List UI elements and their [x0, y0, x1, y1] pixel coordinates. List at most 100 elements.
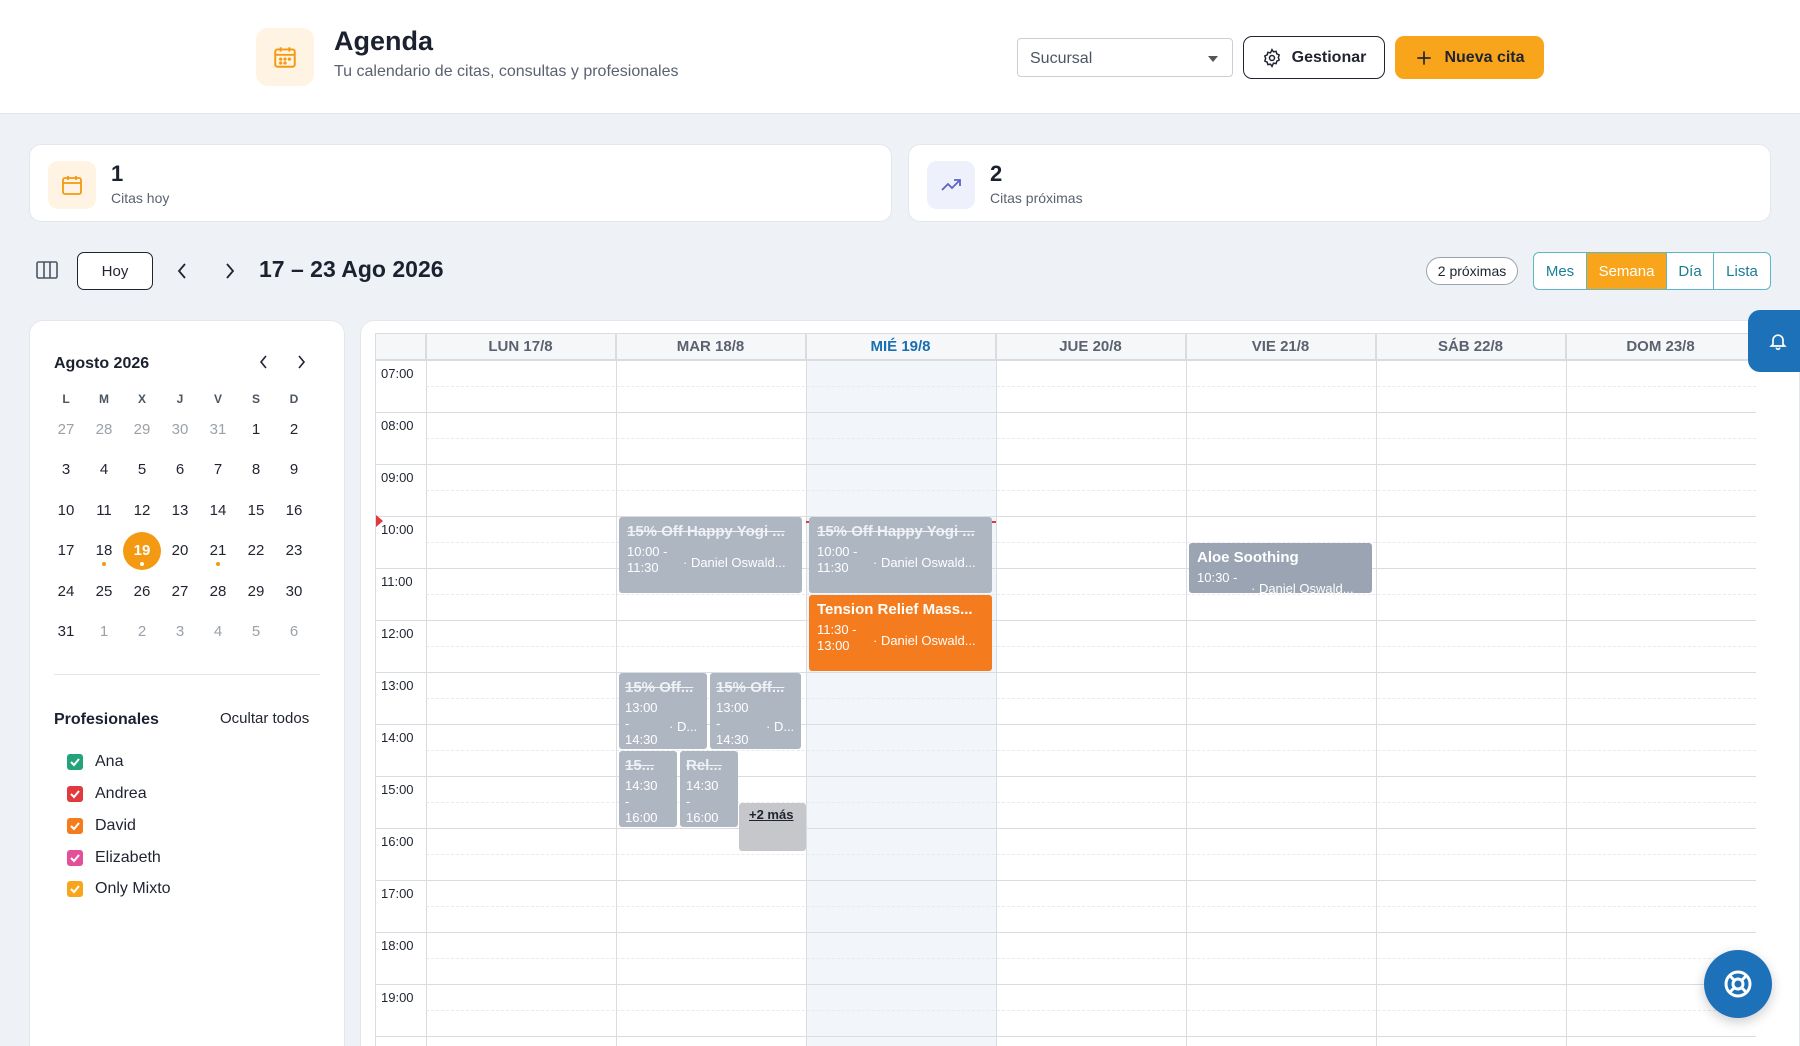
mini-day[interactable]: 4 — [85, 461, 123, 478]
chevron-left-icon — [177, 263, 186, 279]
mini-day[interactable]: 27 — [47, 421, 85, 438]
mini-day[interactable]: 31 — [199, 421, 237, 438]
mini-day[interactable]: 18 — [85, 542, 123, 567]
mini-day[interactable]: 30 — [161, 421, 199, 438]
mini-day[interactable]: 2 — [275, 421, 313, 438]
mini-day[interactable]: 21 — [199, 542, 237, 567]
mini-day[interactable]: 30 — [275, 583, 313, 600]
mini-day[interactable]: 3 — [161, 623, 199, 640]
next-week-button[interactable] — [217, 258, 243, 284]
professional-item[interactable]: Andrea — [67, 783, 147, 805]
mini-day[interactable]: 5 — [237, 623, 275, 640]
day-column-header[interactable]: SÁB 22/8 — [1376, 334, 1566, 360]
mini-day[interactable]: 27 — [161, 583, 199, 600]
more-events-link[interactable]: +2 más — [739, 803, 806, 851]
mini-day[interactable]: 25 — [85, 583, 123, 600]
help-button[interactable] — [1704, 950, 1772, 1018]
mini-day-number: 4 — [99, 461, 109, 479]
checkbox-checked-icon[interactable] — [67, 786, 83, 802]
mini-day[interactable]: 31 — [47, 623, 85, 640]
mini-day[interactable]: 7 — [199, 461, 237, 478]
view-week-button[interactable]: Semana — [1587, 253, 1667, 289]
view-list-button[interactable]: Lista — [1714, 253, 1770, 289]
manage-button[interactable]: Gestionar — [1243, 36, 1385, 79]
appointment-event[interactable]: Rel... 14:30 - 16:00 — [680, 751, 738, 827]
chevron-right-icon — [226, 263, 235, 279]
mini-day[interactable]: 13 — [161, 502, 199, 519]
mini-day-number: 30 — [171, 420, 189, 438]
day-column-header[interactable]: VIE 21/8 — [1186, 334, 1376, 360]
mini-next-button[interactable] — [290, 351, 312, 373]
mini-day[interactable]: 4 — [199, 623, 237, 640]
mini-day[interactable]: 29 — [123, 421, 161, 438]
mini-day[interactable]: 3 — [47, 461, 85, 478]
upcoming-pill[interactable]: 2 próximas — [1426, 257, 1518, 285]
mini-day[interactable]: 9 — [275, 461, 313, 478]
view-month-button[interactable]: Mes — [1534, 253, 1587, 289]
mini-day[interactable]: 24 — [47, 583, 85, 600]
day-column-header[interactable]: MAR 18/8 — [616, 334, 806, 360]
mini-day[interactable]: 16 — [275, 502, 313, 519]
mini-day[interactable]: 1 — [237, 421, 275, 438]
mini-day[interactable]: 22 — [237, 542, 275, 559]
appointment-event[interactable]: 15% Off... 13:00 - 14:30 · D... — [710, 673, 801, 749]
professional-item[interactable]: Ana — [67, 751, 123, 773]
professional-item[interactable]: Only Mixto — [67, 878, 171, 900]
mini-day[interactable]: 29 — [237, 583, 275, 600]
mini-day[interactable]: 11 — [85, 502, 123, 519]
professional-item[interactable]: Elizabeth — [67, 847, 161, 869]
page-title: Agenda — [334, 26, 434, 56]
mini-day-number: 25 — [95, 582, 113, 600]
professional-item[interactable]: David — [67, 815, 136, 837]
new-appointment-button[interactable]: Nueva cita — [1395, 36, 1544, 79]
mini-day[interactable]: 20 — [161, 542, 199, 559]
day-column-header[interactable]: JUE 20/8 — [996, 334, 1186, 360]
day-column-header[interactable]: MIÉ 19/8 — [806, 334, 996, 360]
mini-day[interactable]: 28 — [199, 583, 237, 600]
appointment-event[interactable]: Tension Relief Mass... 11:30 - 13:00 · Dan… — [809, 595, 992, 671]
day-column-header[interactable]: DOM 23/8 — [1566, 334, 1756, 360]
mini-day[interactable]: 8 — [237, 461, 275, 478]
mini-day[interactable]: 12 — [123, 502, 161, 519]
toggle-sidebar-icon[interactable] — [36, 260, 60, 282]
event-title: 15... — [625, 757, 655, 774]
mini-day[interactable]: 6 — [275, 623, 313, 640]
mini-prev-button[interactable] — [253, 351, 275, 373]
mini-day[interactable]: 5 — [123, 461, 161, 478]
day-divider — [996, 334, 997, 1046]
mini-day-number: 29 — [133, 420, 151, 438]
hour-label: 15:00 — [381, 782, 414, 797]
view-day-button[interactable]: Día — [1667, 253, 1714, 289]
prev-week-button[interactable] — [169, 258, 195, 284]
checkbox-checked-icon[interactable] — [67, 850, 83, 866]
appointment-event[interactable]: 15% Off Happy Yogi ... 10:00 - 11:30 · Dan… — [809, 517, 992, 593]
branch-select[interactable]: Sucursal — [1017, 38, 1233, 77]
mini-day[interactable]: 10 — [47, 502, 85, 519]
day-column-header[interactable]: LUN 17/8 — [426, 334, 616, 360]
mini-day-number: 6 — [175, 461, 185, 479]
mini-day-selected[interactable]: 19 — [123, 532, 161, 571]
checkbox-checked-icon[interactable] — [67, 881, 83, 897]
mini-day[interactable]: 23 — [275, 542, 313, 559]
stat-value: 2 — [990, 161, 1003, 186]
mini-day[interactable]: 2 — [123, 623, 161, 640]
mini-day[interactable]: 6 — [161, 461, 199, 478]
today-button[interactable]: Hoy — [77, 252, 153, 290]
mini-day[interactable]: 28 — [85, 421, 123, 438]
mini-day[interactable]: 26 — [123, 583, 161, 600]
checkbox-checked-icon[interactable] — [67, 754, 83, 770]
mini-day[interactable]: 14 — [199, 502, 237, 519]
mini-day[interactable]: 1 — [85, 623, 123, 640]
appointment-event[interactable]: 15% Off... 13:00 - 14:30 · D... — [619, 673, 707, 749]
appointment-event[interactable]: 15% Off Happy Yogi ... 10:00 - 11:30 · Dan… — [619, 517, 802, 593]
today-column-highlight — [807, 360, 996, 1046]
checkbox-checked-icon[interactable] — [67, 818, 83, 834]
mini-day[interactable]: 17 — [47, 542, 85, 559]
professional-name: Elizabeth — [95, 849, 161, 866]
appointment-event[interactable]: 15... 14:30 - 16:00 — [619, 751, 677, 827]
hide-all-button[interactable]: Ocultar todos — [220, 710, 309, 727]
notifications-button[interactable] — [1748, 310, 1800, 372]
mini-day[interactable]: 15 — [237, 502, 275, 519]
mini-day-number: 7 — [213, 461, 223, 479]
appointment-event[interactable]: Aloe Soothing 10:30 - · Daniel Oswald... — [1189, 543, 1372, 593]
